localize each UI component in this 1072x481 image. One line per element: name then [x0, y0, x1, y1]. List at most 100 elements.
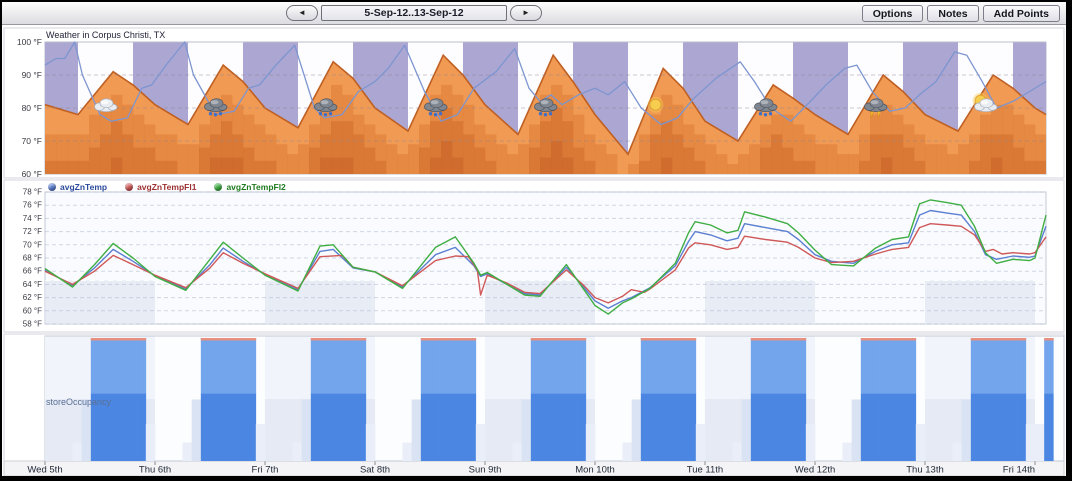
- occupancy-bar: [430, 393, 439, 461]
- zebra-band: [265, 280, 375, 324]
- occupancy-bar: [329, 393, 338, 461]
- zone-y-tick: 68 °F: [23, 254, 42, 263]
- occupancy-bar: [568, 338, 577, 393]
- occupancy-bar: [1026, 424, 1035, 461]
- occupancy-bar: [659, 393, 668, 461]
- zone-y-tick: 72 °F: [23, 227, 42, 236]
- occupancy-bar-cap: [989, 338, 998, 341]
- occupancy-bar: [247, 338, 256, 393]
- occupancy-bar: [476, 424, 485, 461]
- zone-y-tick: 66 °F: [23, 267, 42, 276]
- occupancy-bar: [522, 400, 531, 462]
- occupancy-bar: [228, 338, 237, 393]
- occupancy-bar: [623, 443, 632, 461]
- occupancy-bar-cap: [531, 338, 540, 341]
- occupancy-bar: [540, 393, 549, 461]
- occupancy-bar: [128, 338, 137, 393]
- dashboard: 100 °F90 °F80 °F70 °F60 °F78 °F76 °F74 °…: [2, 2, 1066, 476]
- occupancy-bar: [778, 338, 787, 393]
- options-button[interactable]: Options: [862, 5, 924, 22]
- occupancy-bar-cap: [311, 338, 320, 341]
- occupancy-bar: [320, 338, 329, 393]
- date-range-field[interactable]: 5-Sep-12..13-Sep-12: [321, 5, 507, 21]
- prev-date-button[interactable]: ◄: [286, 5, 318, 21]
- weather-icon-sun: [648, 97, 664, 113]
- occupancy-bar: [888, 393, 897, 461]
- occupancy-bar-cap: [421, 338, 430, 341]
- occupancy-bar: [879, 338, 888, 393]
- occupancy-bar-cap: [888, 338, 897, 341]
- occupancy-bar: [1008, 338, 1017, 393]
- occupancy-bar: [742, 400, 751, 462]
- occupancy-bar-cap: [641, 338, 650, 341]
- occupancy-bar-cap: [861, 338, 870, 341]
- occupancy-bar: [577, 338, 586, 393]
- zone-y-tick: 76 °F: [23, 201, 42, 210]
- occupancy-bar-cap: [357, 338, 366, 341]
- zone-y-tick: 78 °F: [23, 188, 42, 197]
- zone-y-tick: 62 °F: [23, 293, 42, 302]
- occupancy-bar-cap: [91, 338, 100, 341]
- occupancy-bar: [650, 393, 659, 461]
- occupancy-bar: [118, 338, 127, 393]
- occupancy-bar: [668, 338, 677, 393]
- occupancy-bar: [907, 393, 916, 461]
- occupancy-bar: [467, 393, 476, 461]
- add-points-button[interactable]: Add Points: [983, 5, 1060, 22]
- next-date-button[interactable]: ►: [510, 5, 542, 21]
- charts-canvas[interactable]: 100 °F90 °F80 °F70 °F60 °F78 °F76 °F74 °…: [2, 2, 1066, 476]
- occupancy-bar: [870, 393, 879, 461]
- x-axis-label: Mon 10th: [575, 465, 615, 476]
- occupancy-bar: [348, 338, 357, 393]
- occupancy-bar: [302, 400, 311, 462]
- occupancy-bar: [1017, 338, 1026, 393]
- x-axis-label: Fri 7th: [252, 465, 279, 476]
- occupancy-bar: [540, 338, 549, 393]
- occupancy-bar: [971, 393, 980, 461]
- occupancy-bar: [210, 338, 219, 393]
- occupancy-bar-cap: [659, 338, 668, 341]
- occupancy-bar: [256, 424, 265, 461]
- occupancy-bar: [293, 443, 302, 461]
- x-axis-label: Sat 8th: [360, 465, 390, 476]
- occupancy-bar: [916, 424, 925, 461]
- notes-button[interactable]: Notes: [927, 5, 978, 22]
- occupancy-bar: [183, 443, 192, 461]
- occupancy-bar-cap: [879, 338, 888, 341]
- occupancy-bar: [971, 338, 980, 393]
- occupancy-bar: [898, 393, 907, 461]
- occupancy-bar-cap: [348, 338, 357, 341]
- occupancy-bar: [421, 393, 430, 461]
- occupancy-bar: [201, 338, 210, 393]
- occupancy-bar: [888, 338, 897, 393]
- occupancy-bar: [412, 400, 421, 462]
- occupancy-bar: [73, 443, 82, 461]
- x-axis-label: Fri 14th: [1003, 465, 1035, 476]
- occupancy-bar: [980, 338, 989, 393]
- occupancy-bar-cap: [228, 338, 237, 341]
- weather-y-tick: 70 °F: [22, 136, 42, 146]
- toolbar-buttons: Options Notes Add Points: [862, 5, 1060, 22]
- occupancy-bar: [458, 338, 467, 393]
- occupancy-bar: [586, 424, 595, 461]
- occupancy-bar: [1008, 393, 1017, 461]
- occupancy-bar: [778, 393, 787, 461]
- occupancy-bar: [329, 338, 338, 393]
- occupancy-bar: [980, 393, 989, 461]
- occupancy-bar-cap: [430, 338, 439, 341]
- occupancy-bar-cap: [760, 338, 769, 341]
- weather-y-tick: 80 °F: [22, 103, 42, 113]
- occupancy-bar: [109, 338, 118, 393]
- occupancy-bar-cap: [1044, 338, 1053, 341]
- occupancy-bar: [118, 393, 127, 461]
- occupancy-bar-cap: [338, 338, 347, 341]
- occupancy-bar-cap: [1008, 338, 1017, 341]
- occupancy-bar: [137, 393, 146, 461]
- occupancy-bar: [219, 393, 228, 461]
- zone-y-tick: 58 °F: [23, 320, 42, 329]
- occupancy-bar: [989, 338, 998, 393]
- occupancy-bar-cap: [577, 338, 586, 341]
- occupancy-bar-cap: [247, 338, 256, 341]
- occupancy-bar: [953, 443, 962, 461]
- occupancy-bar-cap: [898, 338, 907, 341]
